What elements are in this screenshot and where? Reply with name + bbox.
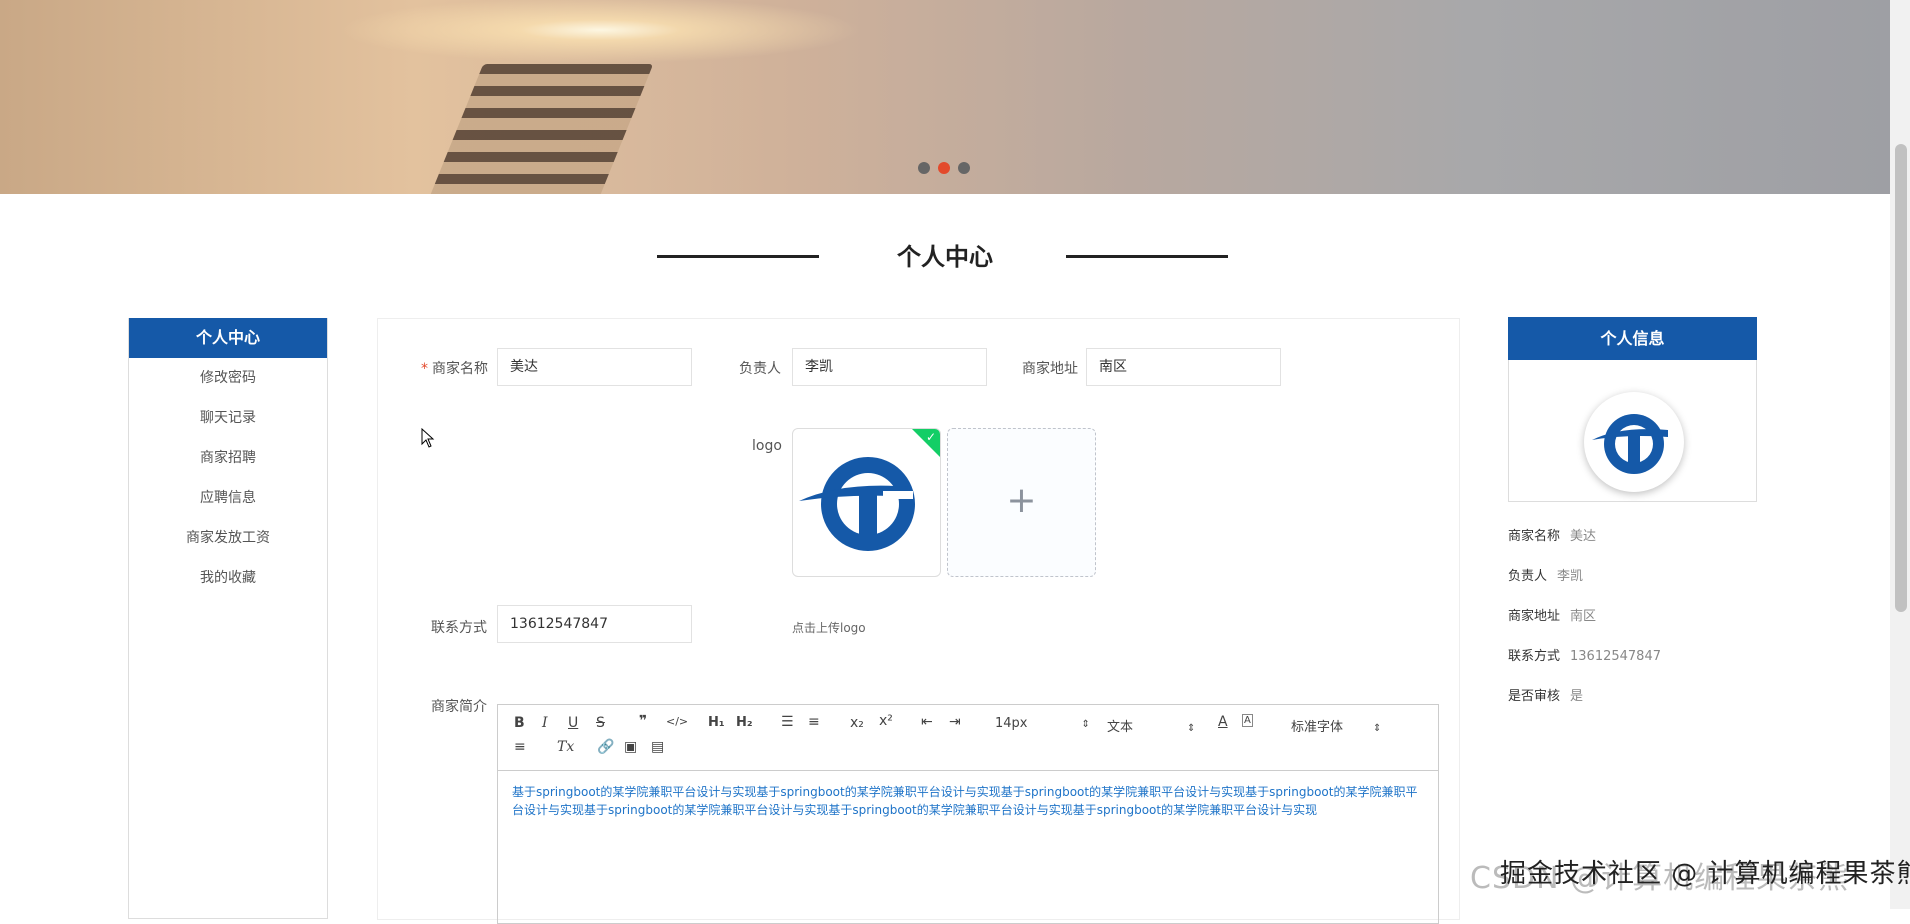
company-logo-icon <box>1592 414 1668 474</box>
logo-upload-button[interactable]: + <box>947 428 1096 577</box>
bold-icon[interactable]: B <box>514 715 525 731</box>
contact-label: 联系方式 <box>431 620 487 636</box>
carousel-indicators <box>918 162 970 174</box>
title-right-line <box>1066 255 1228 258</box>
clear-format-icon[interactable]: Tx <box>557 739 574 755</box>
superscript-icon[interactable]: x² <box>879 713 893 729</box>
carousel-dot-2[interactable] <box>938 162 950 174</box>
plus-icon: + <box>1006 480 1037 521</box>
image-icon[interactable]: ▣ <box>624 739 637 755</box>
info-row-contact: 联系方式 13612547847 <box>1508 649 1661 664</box>
sidebar-item-favorites[interactable]: 我的收藏 <box>129 558 327 598</box>
subscript-icon[interactable]: x₂ <box>850 715 864 731</box>
owner-input[interactable]: 李凯 <box>792 348 987 386</box>
info-row-audit: 是否审核是 <box>1508 689 1584 704</box>
carousel-dot-1[interactable] <box>918 162 930 174</box>
intro-label: 商家简介 <box>431 699 487 715</box>
page-scrollbar[interactable] <box>1890 0 1910 909</box>
indent-icon[interactable]: ⇥ <box>949 714 961 730</box>
select-arrow-icon: ⇕ <box>1081 719 1090 730</box>
address-label: 商家地址 <box>1022 361 1078 377</box>
intro-rich-text-editor[interactable]: B I U S ❞ </> H₁ H₂ ☰ ≡ x₂ x² ⇤ ⇥ 14px ⇕ … <box>497 704 1439 924</box>
sidebar-item-recruitment[interactable]: 商家招聘 <box>129 438 327 478</box>
sidebar-item-change-password[interactable]: 修改密码 <box>129 358 327 398</box>
code-icon[interactable]: </> <box>666 715 688 728</box>
h1-icon[interactable]: H₁ <box>708 715 725 730</box>
strike-icon[interactable]: S <box>596 715 605 731</box>
merchant-name-input[interactable]: 美达 <box>497 348 692 386</box>
sidebar-item-chat-records[interactable]: 聊天记录 <box>129 398 327 438</box>
italic-icon[interactable]: I <box>542 715 548 731</box>
editor-content[interactable]: 基于springboot的某学院兼职平台设计与实现基于springboot的某学… <box>498 771 1438 831</box>
info-panel-header: 个人信息 <box>1508 317 1757 360</box>
editor-toolbar: B I U S ❞ </> H₁ H₂ ☰ ≡ x₂ x² ⇤ ⇥ 14px ⇕ … <box>498 705 1438 771</box>
select-arrow-icon: ⇕ <box>1373 723 1382 734</box>
font-family-select[interactable]: 标准字体 ⇕ <box>1291 716 1381 735</box>
background-color-icon[interactable]: A <box>1242 714 1253 727</box>
page-title: 个人中心 <box>897 243 993 271</box>
bullet-list-icon[interactable]: ≡ <box>808 714 820 730</box>
check-icon: ✓ <box>925 430 936 444</box>
h2-icon[interactable]: H₂ <box>736 715 753 730</box>
banner-deck-chair-image <box>426 64 654 194</box>
scrollbar-thumb[interactable] <box>1895 144 1907 612</box>
owner-label: 负责人 <box>739 361 781 377</box>
ordered-list-icon[interactable]: ☰ <box>781 714 794 730</box>
carousel-dot-3[interactable] <box>958 162 970 174</box>
align-icon[interactable]: ≡ <box>514 739 526 755</box>
hero-banner <box>0 0 1890 194</box>
paragraph-select[interactable]: 文本 ⇕ <box>1107 716 1195 735</box>
quote-icon[interactable]: ❞ <box>639 713 647 729</box>
select-arrow-icon: ⇕ <box>1187 723 1196 734</box>
merchant-name-label: * 商家名称 <box>421 361 488 377</box>
sidebar-item-salary[interactable]: 商家发放工资 <box>129 518 327 558</box>
font-size-select[interactable]: 14px ⇕ <box>995 716 1090 731</box>
font-color-icon[interactable]: A <box>1218 714 1228 730</box>
uploaded-logo-thumbnail[interactable]: ✓ <box>792 428 941 577</box>
address-input[interactable]: 南区 <box>1086 348 1281 386</box>
left-sidebar-menu: 个人中心 修改密码 聊天记录 商家招聘 应聘信息 商家发放工资 我的收藏 <box>128 318 328 919</box>
watermark: CSDN @计算机编程果茶熊 掘金技术社区 @ 计算机编程果茶熊 <box>1470 859 1910 896</box>
info-row-owner: 负责人 李凯 <box>1508 569 1584 584</box>
mouse-cursor-icon <box>421 428 435 448</box>
outdent-icon[interactable]: ⇤ <box>921 714 933 730</box>
info-row-merchant-name: 商家名称 美达 <box>1508 529 1597 544</box>
underline-icon[interactable]: U <box>568 715 578 731</box>
upload-hint: 点击上传logo <box>792 621 866 635</box>
info-row-address: 商家地址 南区 <box>1508 609 1597 624</box>
sidebar-item-applications[interactable]: 应聘信息 <box>129 478 327 518</box>
avatar <box>1584 392 1684 492</box>
sidebar-header[interactable]: 个人中心 <box>129 318 327 358</box>
video-icon[interactable]: ▤ <box>651 739 664 755</box>
required-mark: * <box>421 361 428 377</box>
logo-label: logo <box>752 438 782 454</box>
link-icon[interactable]: 🔗 <box>597 739 614 755</box>
contact-input[interactable]: 13612547847 <box>497 605 692 643</box>
